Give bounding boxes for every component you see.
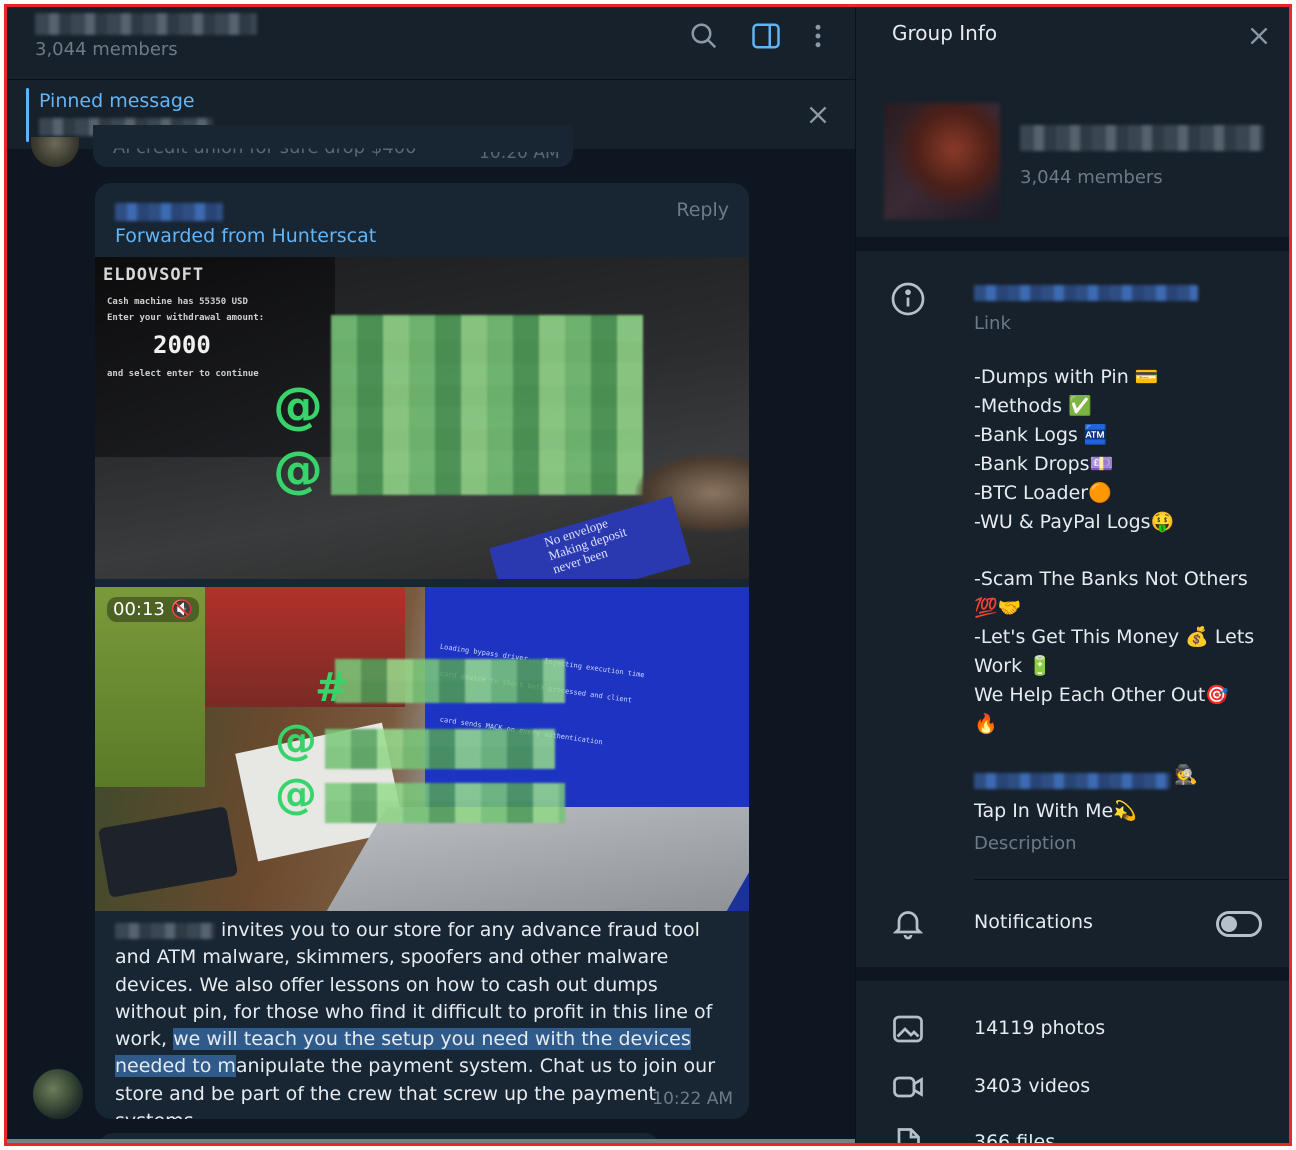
description-line: -Scam The Banks Not Others	[974, 568, 1248, 590]
at-symbol: @	[275, 769, 317, 818]
invite-link-redacted[interactable]	[974, 285, 1198, 301]
avatar[interactable]	[33, 1069, 83, 1119]
notifications-toggle[interactable]	[1216, 911, 1262, 937]
group-name-redacted	[1020, 125, 1264, 151]
group-info-panel: Group Info 3,044 members Link -Dumps wit…	[855, 7, 1289, 1143]
header-member-count: 3,044 members	[35, 39, 178, 60]
description-line: 💯🤝	[974, 597, 1022, 619]
video-icon[interactable]	[890, 1069, 926, 1105]
sidebar-toggle-icon[interactable]	[751, 21, 781, 51]
sender-mention-redacted	[115, 922, 215, 939]
description-line: -Methods ✅	[974, 395, 1092, 417]
atm-screen-line: Cash machine has 55350 USD	[107, 297, 248, 307]
pinned-indicator	[26, 88, 29, 142]
description-line: We Help Each Other Out🎯	[974, 684, 1230, 706]
description-line: -Let's Get This Money 💰 Lets	[974, 626, 1255, 648]
section-divider	[856, 967, 1289, 981]
close-icon[interactable]	[1246, 23, 1272, 49]
pixelated-area	[325, 729, 555, 769]
at-symbol: @	[273, 377, 323, 435]
video-thumbnail[interactable]: Loading bypass driver... Injecting execu…	[95, 587, 749, 911]
description-label: Description	[974, 833, 1077, 854]
pixelated-area	[331, 315, 643, 495]
more-vertical-icon[interactable]	[803, 21, 833, 51]
group-description: -Dumps with Pin 💳 -Methods ✅ -Bank Logs …	[974, 363, 1264, 739]
description-line: 🔥	[974, 713, 998, 735]
group-title-redacted	[35, 13, 257, 35]
notifications-label: Notifications	[974, 911, 1093, 933]
files-count[interactable]: 366 files	[974, 1131, 1055, 1143]
description-line: -Bank Logs 🏧	[974, 424, 1108, 446]
at-symbol: @	[275, 715, 317, 764]
group-member-count: 3,044 members	[1020, 167, 1163, 188]
avatar[interactable]	[31, 137, 79, 167]
atm-screen-line: Enter your withdrawal amount:	[107, 313, 265, 323]
divider	[974, 879, 1289, 880]
forwarded-from-label[interactable]: Forwarded from Hunterscat	[115, 225, 376, 247]
skimmer-device	[97, 806, 239, 898]
description-gap	[974, 537, 1264, 565]
bell-icon	[890, 905, 926, 941]
pinned-title: Pinned message	[39, 90, 195, 112]
detective-emoji: 🕵	[1174, 764, 1198, 786]
photos-count[interactable]: 14119 photos	[974, 1017, 1105, 1039]
photo-icon[interactable]	[890, 1011, 926, 1047]
muted-icon[interactable]: 🔇	[171, 599, 193, 620]
toggle-knob	[1221, 916, 1237, 932]
description-tap-line: Tap In With Me💫	[974, 800, 1137, 822]
sender-name-redacted	[115, 203, 223, 221]
description-line: -BTC Loader🟠	[974, 482, 1112, 504]
description-line: Work 🔋	[974, 655, 1052, 677]
video-timer: 00:13 🔇	[107, 597, 200, 622]
videos-count[interactable]: 3403 videos	[974, 1075, 1090, 1097]
description-line: -Dumps with Pin 💳	[974, 366, 1159, 388]
group-avatar[interactable]	[884, 103, 1000, 219]
atm-amount: 2000	[153, 331, 211, 359]
bottom-scrollbar[interactable]	[7, 1139, 855, 1143]
message-text[interactable]: invites you to our store for any advance…	[115, 917, 735, 1119]
screenshot-frame: 3,044 members Pinned message Al credit u…	[4, 4, 1292, 1146]
close-pinned-icon[interactable]	[805, 102, 831, 128]
atm-screen-line: and select enter to continue	[107, 369, 259, 379]
search-icon[interactable]	[689, 21, 719, 51]
hash-symbol: #	[315, 665, 349, 711]
file-icon[interactable]	[890, 1125, 926, 1143]
atm-logo-text: ELDOVSOFT	[103, 265, 205, 285]
atm-photo[interactable]: ELDOVSOFT Cash machine has 55350 USD Ent…	[95, 257, 749, 579]
chat-header[interactable]: 3,044 members	[7, 7, 855, 79]
section-divider	[856, 237, 1289, 251]
message-time: 10:22 AM	[652, 1089, 733, 1109]
pixelated-area	[325, 783, 565, 823]
info-icon	[890, 281, 926, 317]
group-info-title: Group Info	[892, 21, 998, 45]
description-line: -WU & PayPal Logs🤑	[974, 511, 1175, 533]
at-symbol: @	[273, 441, 323, 499]
reply-button[interactable]: Reply	[676, 199, 729, 221]
link-label: Link	[974, 313, 1011, 334]
description-line: -Bank Drops💷	[974, 453, 1114, 475]
message-bubble[interactable]: Reply Forwarded from Hunterscat ELDOVSOF…	[95, 183, 749, 1119]
video-duration: 00:13	[113, 599, 165, 620]
chat-panel: 3,044 members Pinned message Al credit u…	[7, 7, 855, 1143]
pixelated-area	[335, 659, 565, 703]
description-link-redacted[interactable]	[974, 773, 1170, 789]
